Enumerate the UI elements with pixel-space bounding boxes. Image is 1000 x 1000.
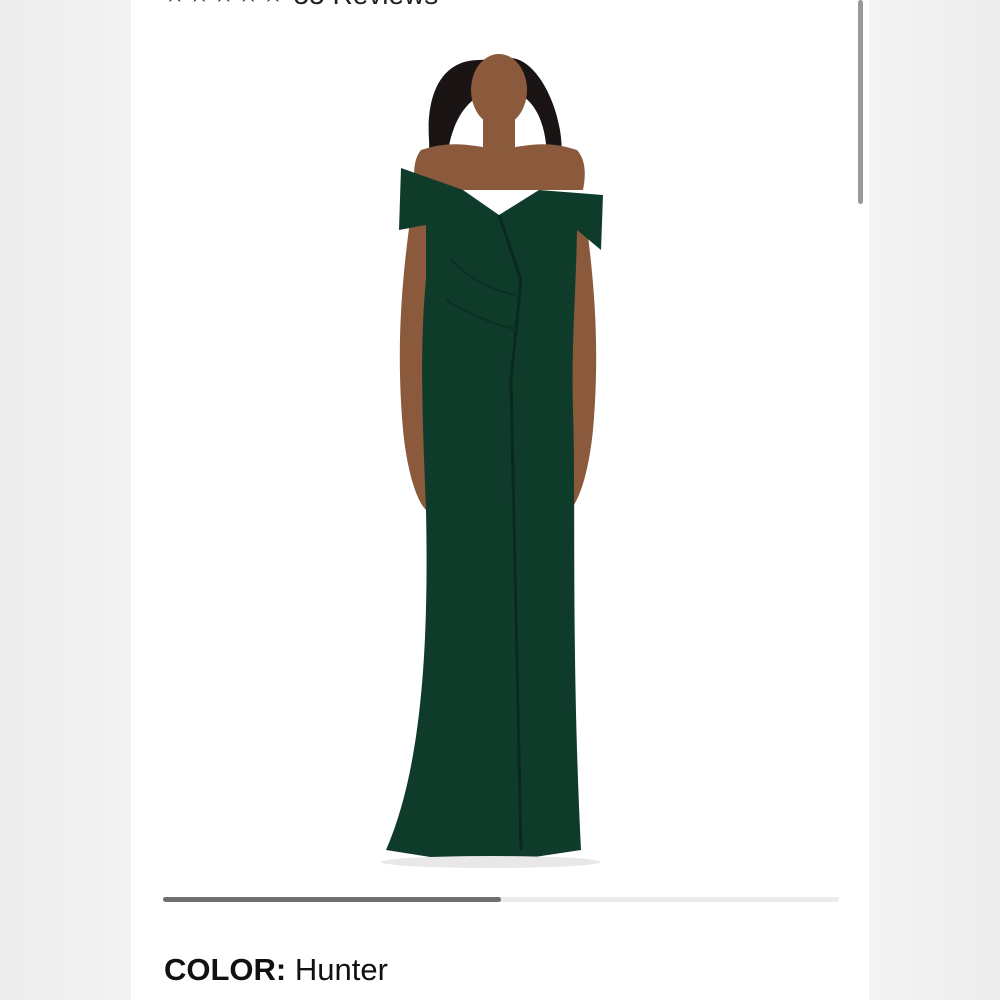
left-background xyxy=(0,0,131,1000)
star-icon: ★ xyxy=(238,0,260,8)
color-label: COLOR: xyxy=(164,952,287,987)
carousel-progress-track[interactable] xyxy=(163,897,839,902)
right-background xyxy=(869,0,1000,1000)
star-icon: ★ xyxy=(189,0,211,8)
star-icon: ★ xyxy=(213,0,235,8)
product-page: ★ ★ ★ ★ ★ 55 Reviews COLOR: Hunter xyxy=(131,0,869,1000)
reviews-link[interactable]: 55 Reviews xyxy=(294,0,439,11)
color-selection: COLOR: Hunter xyxy=(164,952,388,988)
scrollbar[interactable] xyxy=(858,0,863,204)
star-rating: ★ ★ ★ ★ ★ xyxy=(164,0,284,8)
face xyxy=(471,54,527,126)
star-icon: ★ xyxy=(262,0,284,8)
product-photo[interactable] xyxy=(371,50,631,870)
floor-shadow xyxy=(381,856,601,868)
star-icon: ★ xyxy=(164,0,186,8)
color-value: Hunter xyxy=(294,952,388,987)
reviews-row[interactable]: ★ ★ ★ ★ ★ 55 Reviews xyxy=(164,0,439,11)
carousel-progress-fill xyxy=(163,897,501,902)
